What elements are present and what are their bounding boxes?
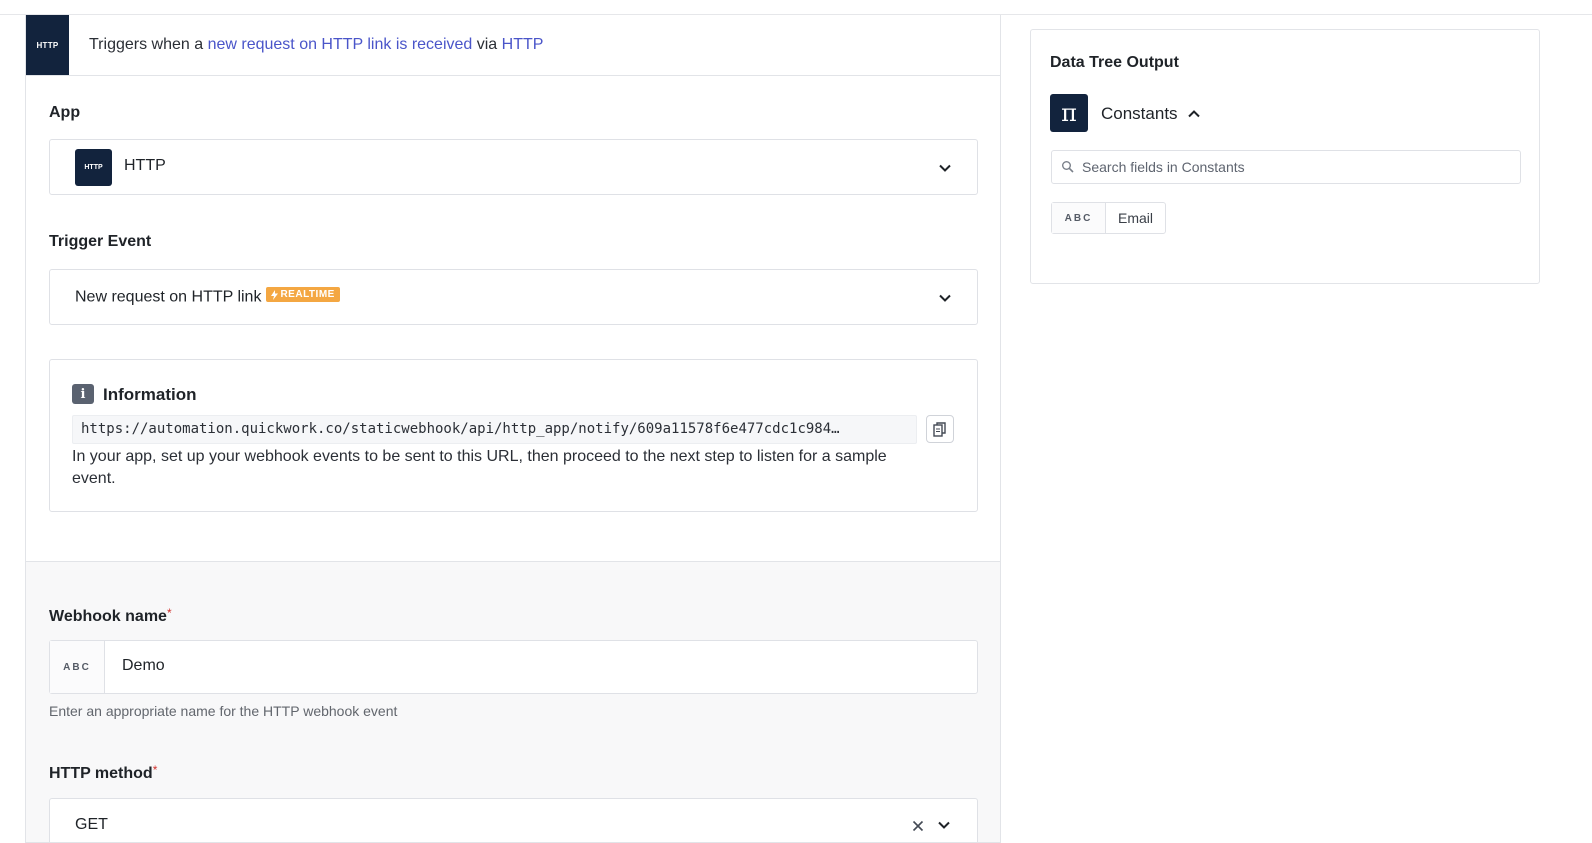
data-tree-title: Data Tree Output: [1050, 54, 1179, 71]
trigger-event-link[interactable]: new request on HTTP link is received: [208, 36, 473, 53]
chevron-down-icon[interactable]: [937, 160, 953, 176]
clear-icon[interactable]: [910, 818, 926, 834]
trigger-config-panel: HTTP Triggers when a new request on HTTP…: [25, 15, 1001, 843]
constants-search-input[interactable]: [1082, 151, 1512, 183]
data-tree-panel: Data Tree Output π Constants ABC Email: [1030, 29, 1540, 284]
chevron-up-icon[interactable]: [1186, 106, 1202, 122]
http-method-select[interactable]: GET: [49, 798, 978, 842]
info-icon: i: [72, 384, 94, 404]
trigger-summary-text: Triggers when a new request on HTTP link…: [89, 36, 543, 54]
text-type-tag: ABC: [50, 641, 105, 693]
realtime-badge: REALTIME: [266, 287, 340, 302]
chevron-down-icon[interactable]: [937, 290, 953, 306]
constants-search[interactable]: [1051, 150, 1521, 184]
trigger-event-text: New request on HTTP link: [75, 288, 262, 306]
trigger-summary-header: HTTP Triggers when a new request on HTTP…: [26, 15, 1000, 76]
trigger-mid: via: [472, 36, 502, 53]
app-select[interactable]: HTTP HTTP: [49, 139, 978, 195]
copy-url-button[interactable]: [926, 415, 954, 443]
webhook-name-label: Webhook name*: [49, 606, 172, 626]
information-title: Information: [103, 385, 197, 404]
field-name: Email: [1118, 210, 1154, 226]
http-method-label: HTTP method*: [49, 763, 157, 783]
chevron-down-icon[interactable]: [936, 817, 952, 833]
trigger-event-select[interactable]: New request on HTTP link REALTIME: [49, 269, 978, 325]
data-field-chip[interactable]: ABC Email: [1051, 202, 1167, 234]
realtime-badge-label: REALTIME: [280, 289, 335, 300]
http-app-icon: HTTP: [26, 15, 69, 75]
webhook-name-label-text: Webhook name: [49, 608, 167, 625]
webhook-url-field[interactable]: https://automation.quickwork.co/staticwe…: [72, 415, 917, 444]
required-mark: *: [166, 606, 172, 620]
required-mark: *: [152, 763, 158, 777]
http-method-label-text: HTTP method: [49, 765, 153, 782]
app-field-label: App: [49, 104, 81, 121]
trigger-prefix: Triggers when a: [89, 36, 208, 53]
lightning-icon: [271, 289, 279, 300]
information-description: In your app, set up your webhook events …: [72, 448, 887, 487]
webhook-name-field[interactable]: ABC Demo: [49, 640, 978, 694]
copy-icon: [933, 421, 946, 437]
webhook-name-help: Enter an appropriate name for the HTTP w…: [49, 703, 398, 719]
trigger-app-link[interactable]: HTTP: [502, 36, 544, 53]
http-method-value: GET: [75, 816, 108, 833]
trigger-event-label: Trigger Event: [49, 233, 152, 250]
constants-pi-icon: π: [1050, 94, 1088, 132]
webhook-name-value[interactable]: Demo: [122, 657, 165, 675]
trigger-event-value: New request on HTTP link REALTIME: [75, 287, 340, 307]
app-select-value: HTTP: [124, 157, 166, 174]
input-fields-section: Webhook name* ABC Demo Enter an appropri…: [26, 561, 1000, 842]
search-icon: [1062, 161, 1074, 173]
constants-toggle-label[interactable]: Constants: [1101, 104, 1178, 124]
information-box: i Information https://automation.quickwo…: [49, 359, 978, 512]
http-app-icon: HTTP: [75, 149, 112, 186]
field-type-tag: ABC: [1052, 203, 1106, 233]
